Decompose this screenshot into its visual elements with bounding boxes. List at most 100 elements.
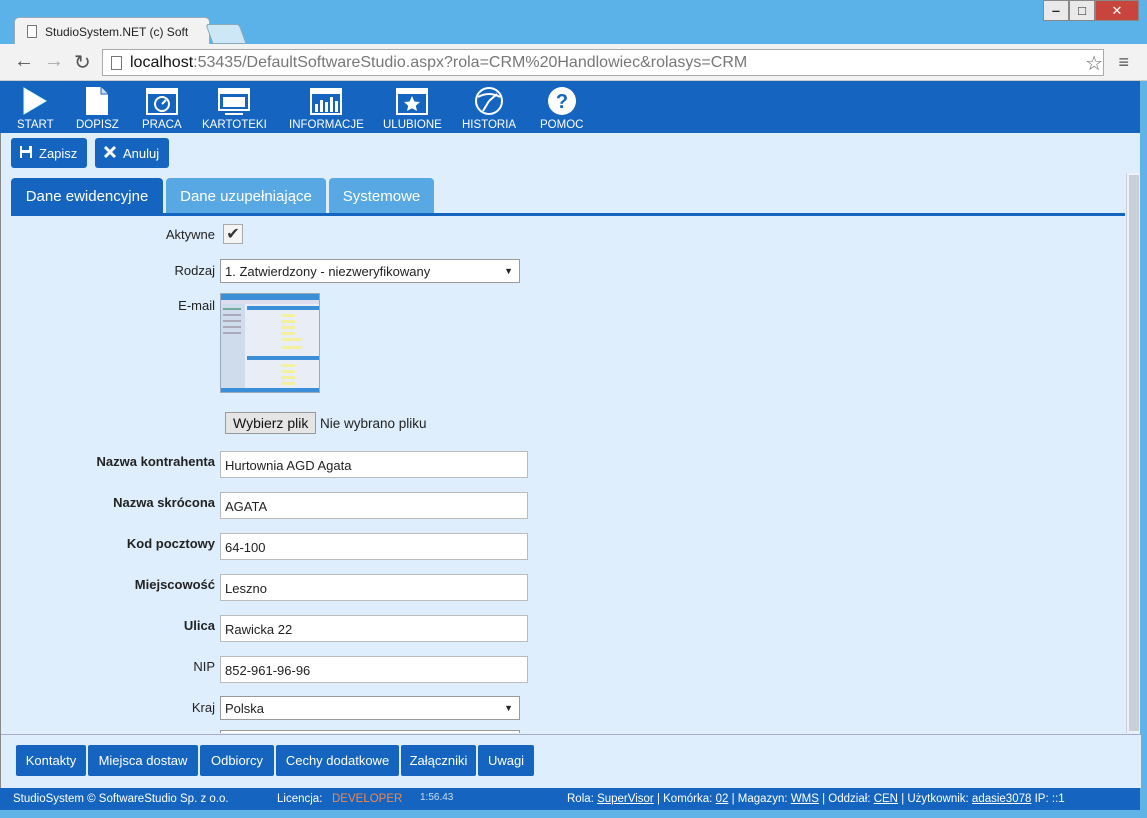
oddzial-link[interactable]: CEN — [874, 793, 898, 805]
form-scrollbar[interactable] — [1126, 173, 1140, 733]
rola-link[interactable]: SuperVisor — [597, 793, 654, 805]
minimize-button[interactable]: ‒ — [1043, 0, 1069, 21]
star-icon — [396, 85, 429, 117]
chevron-down-icon: ▼ — [504, 703, 513, 713]
nazwa-kontrahenta-input[interactable]: Hurtownia AGD Agata — [220, 451, 528, 478]
close-button[interactable]: ✕ — [1095, 0, 1139, 21]
nazwa-skrocona-label: Nazwa skrócona — [113, 495, 215, 510]
cechy-dodatkowe-button[interactable]: Cechy dodatkowe — [276, 745, 399, 776]
uzytkownik-label: | Użytkownik: — [901, 793, 969, 805]
svg-text:?: ? — [556, 91, 568, 113]
next-field-partial[interactable] — [220, 730, 520, 733]
magazyn-link[interactable]: WMS — [791, 793, 819, 805]
toolbar-label: START — [17, 119, 54, 131]
odbiorcy-button[interactable]: Odbiorcy — [200, 745, 274, 776]
forward-icon[interactable]: → — [44, 50, 64, 73]
cancel-button[interactable]: Anuluj — [95, 138, 170, 168]
file-status: Nie wybrano pliku — [320, 416, 427, 431]
toolbar-historia[interactable]: HISTORIA — [462, 85, 516, 131]
rodzaj-label: Rodzaj — [174, 263, 215, 278]
kraj-value: Polska — [225, 701, 265, 716]
choose-file-button[interactable]: Wybierz plik — [225, 412, 317, 434]
save-label: Zapisz — [39, 145, 78, 161]
status-bar: StudioSystem © SoftwareStudio Sp. z o.o.… — [0, 788, 1140, 810]
license-value: DEVELOPER — [332, 793, 403, 805]
chevron-down-icon: ▼ — [504, 266, 513, 276]
page-icon — [111, 55, 122, 70]
toolbar-label: PRACA — [142, 119, 182, 131]
rodzaj-select[interactable]: 1. Zatwierdzony - niezweryfikowany ▼ — [220, 259, 520, 283]
toolbar-pomoc[interactable]: ? POMOC — [540, 85, 583, 131]
miejscowosc-label: Miejscowość — [134, 577, 215, 592]
play-icon — [21, 85, 49, 117]
browser-tab[interactable]: StudioSystem.NET (c) Soft — [14, 17, 210, 45]
floppy-disk-icon — [19, 145, 33, 162]
miejscowosc-input[interactable]: Leszno — [220, 574, 528, 601]
new-tab-button[interactable] — [205, 24, 247, 44]
kod-pocztowy-label: Kod pocztowy — [126, 536, 215, 551]
uwagi-button[interactable]: Uwagi — [478, 745, 534, 776]
toolbar-label: INFORMACJE — [289, 119, 364, 131]
bookmark-star-icon[interactable]: ☆ — [1085, 51, 1103, 76]
kraj-label: Kraj — [191, 700, 215, 715]
url-host: localhost — [130, 53, 194, 71]
timer-text: 1:56.43 — [420, 792, 454, 803]
scrollbar-thumb[interactable] — [1129, 175, 1139, 731]
tab-dane-uzupelniajace[interactable]: Dane uzupełniające — [166, 178, 326, 214]
address-bar[interactable]: localhost:53435/DefaultSoftwareStudio.as… — [102, 49, 1104, 76]
help-icon: ? — [546, 85, 578, 117]
reload-icon[interactable]: ↻ — [74, 50, 91, 75]
aktywne-checkbox[interactable]: ✔ — [223, 224, 243, 244]
magazyn-label: | Magazyn: — [731, 793, 788, 805]
tab-dane-ewidencyjne[interactable]: Dane ewidencyjne — [11, 178, 163, 214]
browser-navbar: ← → ↻ localhost:53435/DefaultSoftwareStu… — [0, 44, 1147, 81]
oddzial-label: | Oddział: — [822, 793, 871, 805]
copyright-text: StudioSystem © SoftwareStudio Sp. z o.o. — [13, 793, 229, 805]
window-controls: ‒ □ ✕ — [1043, 0, 1139, 21]
monitor-icon — [217, 85, 251, 117]
toolbar-label: DOPISZ — [76, 119, 119, 131]
rola-label: Rola: — [567, 793, 594, 805]
form-dane-ewidencyjne: Aktywne ✔ Rodzaj 1. Zatwierdzony - niezw… — [1, 216, 1125, 733]
toolbar-ulubione[interactable]: ULUBIONE — [383, 85, 442, 131]
ulica-label: Ulica — [183, 618, 215, 633]
kod-pocztowy-input[interactable]: 64-100 — [220, 533, 528, 560]
related-buttons-bar: Kontakty Miejsca dostaw Odbiorcy Cechy d… — [1, 734, 1141, 788]
nip-label: NIP — [193, 659, 215, 674]
back-icon[interactable]: ← — [14, 50, 34, 73]
toolbar-dopisz[interactable]: DOPISZ — [76, 85, 119, 131]
email-label: E-mail — [178, 298, 215, 313]
toolbar-informacje[interactable]: INFORMACJE — [289, 85, 364, 131]
miejsca-dostaw-button[interactable]: Miejsca dostaw — [88, 745, 198, 776]
maximize-button[interactable]: □ — [1069, 0, 1095, 21]
ulica-input[interactable]: Rawicka 22 — [220, 615, 528, 642]
kontakty-button[interactable]: Kontakty — [16, 745, 86, 776]
app-toolbar: START DOPISZ PRACA KARTOTEKI INFORMACJE … — [0, 81, 1140, 133]
zalaczniki-button[interactable]: Załączniki — [401, 745, 476, 776]
kraj-select[interactable]: Polska ▼ — [220, 696, 520, 720]
toolbar-praca[interactable]: PRACA — [142, 85, 182, 131]
nazwa-skrocona-input[interactable]: AGATA — [220, 492, 528, 519]
ip-value: ::1 — [1051, 793, 1065, 805]
document-icon — [84, 85, 110, 117]
komorka-link[interactable]: 02 — [716, 793, 729, 805]
dashboard-icon — [145, 85, 178, 117]
rodzaj-value: 1. Zatwierdzony - niezweryfikowany — [225, 264, 431, 279]
toolbar-label: ULUBIONE — [383, 119, 442, 131]
uzytkownik-link[interactable]: adasie3078 — [972, 793, 1031, 805]
nip-input[interactable]: 852-961-96-96 — [220, 656, 528, 683]
tab-systemowe[interactable]: Systemowe — [329, 178, 434, 214]
page-icon — [27, 25, 37, 38]
browser-tab-title: StudioSystem.NET (c) Soft — [45, 24, 189, 39]
aktywne-label: Aktywne — [165, 227, 215, 242]
bar-chart-icon — [309, 85, 343, 117]
save-button[interactable]: Zapisz — [11, 138, 88, 168]
email-image-preview — [220, 293, 320, 393]
toolbar-start[interactable]: START — [17, 85, 54, 131]
main-content: Zapisz Anuluj Dane ewidencyjne Dane uzup… — [0, 133, 1141, 788]
license-label: Licencja: — [277, 793, 323, 805]
history-icon — [473, 85, 505, 117]
browser-menu-icon[interactable]: ≡ — [1118, 52, 1129, 73]
toolbar-kartoteki[interactable]: KARTOTEKI — [202, 85, 267, 131]
komorka-label: | Komórka: — [656, 793, 713, 805]
